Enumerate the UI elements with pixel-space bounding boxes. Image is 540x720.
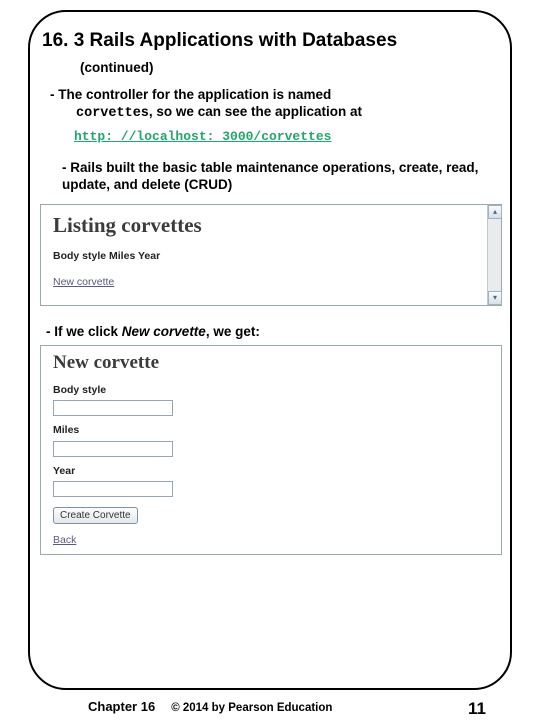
back-link[interactable]: Back: [53, 534, 489, 546]
p3-b: , we get:: [206, 324, 260, 339]
label-miles: Miles: [53, 424, 489, 436]
footer-page-number: 11: [468, 699, 486, 719]
footer-chapter: Chapter 16: [88, 699, 155, 714]
scroll-down-icon[interactable]: ▾: [488, 291, 502, 305]
screenshot-new-form: New corvette Body style Miles Year Creat…: [40, 345, 502, 555]
p1-text-b: , so we can see the application at: [149, 104, 362, 119]
listing-columns: Body style Miles Year: [53, 250, 481, 262]
scrollbar[interactable]: ▴ ▾: [487, 205, 501, 305]
p3-a: - If we click: [46, 324, 122, 339]
slide-footer: Chapter 16 © 2014 by Pearson Education 1…: [0, 699, 540, 714]
listing-heading: Listing corvettes: [53, 213, 481, 238]
slide-subtitle: (continued): [80, 60, 500, 75]
label-year: Year: [53, 465, 489, 477]
screenshot-listing: Listing corvettes Body style Miles Year …: [40, 204, 502, 306]
input-year[interactable]: [53, 481, 173, 497]
slide-frame: 16. 3 Rails Applications with Databases …: [28, 10, 512, 690]
p1-text-a: - The controller for the application is …: [50, 87, 331, 102]
create-corvette-button[interactable]: Create Corvette: [53, 507, 138, 524]
paragraph-controller: - The controller for the application is …: [50, 87, 494, 123]
slide-title: 16. 3 Rails Applications with Databases: [42, 30, 500, 52]
footer-copyright: © 2014 by Pearson Education: [171, 702, 332, 714]
code-corvettes: corvettes: [76, 106, 149, 121]
form-heading: New corvette: [53, 352, 489, 374]
input-body-style[interactable]: [53, 400, 173, 416]
scroll-up-icon[interactable]: ▴: [488, 205, 502, 219]
p2-text: - Rails built the basic table maintenanc…: [62, 160, 478, 192]
new-corvette-link[interactable]: New corvette: [53, 276, 481, 288]
localhost-link[interactable]: http: //localhost: 3000/corvettes: [74, 129, 331, 144]
paragraph-crud: - Rails built the basic table maintenanc…: [62, 160, 494, 194]
label-body-style: Body style: [53, 384, 489, 396]
p3-italic: New corvette: [122, 324, 206, 339]
paragraph-click: - If we click New corvette, we get:: [46, 324, 500, 339]
input-miles[interactable]: [53, 441, 173, 457]
